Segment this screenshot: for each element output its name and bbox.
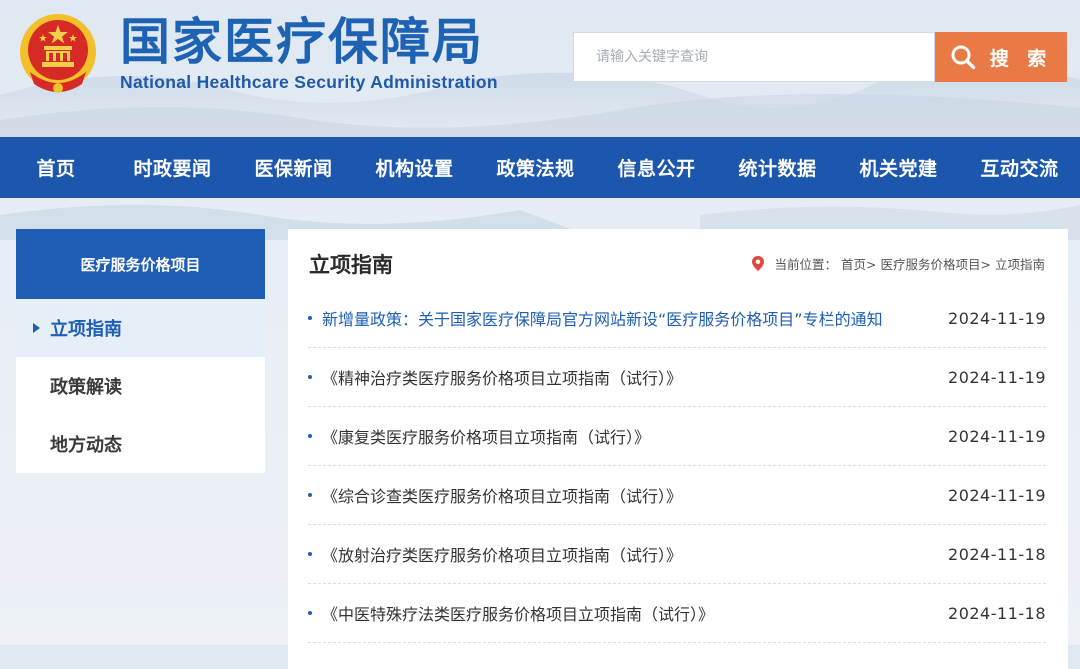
sidebar-heading: 医疗服务价格项目 <box>16 229 265 299</box>
bullet-icon <box>308 316 312 320</box>
national-emblem-logo[interactable] <box>16 12 100 98</box>
sidebar-item-label: 地方动态 <box>50 435 122 456</box>
nav-item-disclosure[interactable]: 信息公开 <box>596 137 717 198</box>
breadcrumb-prefix: 当前位置： <box>774 257 838 272</box>
sidebar-item-label: 政策解读 <box>50 377 122 398</box>
list-item[interactable]: 《康复类医疗服务价格项目立项指南（试行）》 2024-11-19 <box>308 407 1046 466</box>
article-title[interactable]: 《中医特殊疗法类医疗服务价格项目立项指南（试行）》 <box>322 601 948 625</box>
article-date: 2024-11-19 <box>948 485 1046 505</box>
sidebar-item-guide[interactable]: 立项指南 <box>16 299 265 357</box>
main-content: 立项指南 当前位置： 首页> 医疗服务价格项目> 立项指南 新增量政策：关于国家… <box>288 229 1068 669</box>
sidebar-item-label: 立项指南 <box>50 319 122 340</box>
search-button[interactable]: 搜 索 <box>935 32 1067 82</box>
breadcrumb: 当前位置： 首页> 医疗服务价格项目> 立项指南 <box>751 254 1045 273</box>
location-pin-icon <box>751 256 764 271</box>
nav-item-current-affairs[interactable]: 时政要闻 <box>112 137 233 198</box>
breadcrumb-section[interactable]: 医疗服务价格项目> <box>881 254 991 273</box>
breadcrumb-home[interactable]: 首页> <box>841 254 876 273</box>
nav-item-party[interactable]: 机关党建 <box>838 137 959 198</box>
sidebar-item-local-news[interactable]: 地方动态 <box>16 415 265 473</box>
article-title[interactable]: 《精神治疗类医疗服务价格项目立项指南（试行）》 <box>322 365 948 389</box>
site-title-cn[interactable]: 国家医疗保障局 <box>120 14 484 70</box>
page-title: 立项指南 <box>309 253 393 277</box>
site-header: 国家医疗保障局 National Healthcare Security Adm… <box>0 0 1080 137</box>
search-button-label: 搜 索 <box>989 47 1053 70</box>
article-title[interactable]: 《放射治疗类医疗服务价格项目立项指南（试行）》 <box>322 542 948 566</box>
site-title-en[interactable]: National Healthcare Security Administrat… <box>120 72 498 93</box>
article-list: 新增量政策：关于国家医疗保障局官方网站新设“医疗服务价格项目”专栏的通知 202… <box>308 289 1046 643</box>
breadcrumb-current: 立项指南 <box>994 257 1045 272</box>
bullet-icon <box>308 375 312 379</box>
bullet-icon <box>308 611 312 615</box>
list-item[interactable]: 《放射治疗类医疗服务价格项目立项指南（试行）》 2024-11-18 <box>308 525 1046 584</box>
bullet-icon <box>308 552 312 556</box>
list-item[interactable]: 新增量政策：关于国家医疗保障局官方网站新设“医疗服务价格项目”专栏的通知 202… <box>308 289 1046 348</box>
bullet-icon <box>308 434 312 438</box>
list-item[interactable]: 《中医特殊疗法类医疗服务价格项目立项指南（试行）》 2024-11-18 <box>308 584 1046 643</box>
search-icon <box>951 45 975 70</box>
nav-item-interaction[interactable]: 互动交流 <box>959 137 1080 198</box>
main-nav: 首页 时政要闻 医保新闻 机构设置 政策法规 信息公开 统计数据 机关党建 互动… <box>0 137 1080 198</box>
search-input[interactable] <box>573 32 935 82</box>
article-date: 2024-11-18 <box>948 544 1046 564</box>
nav-item-home[interactable]: 首页 <box>0 137 112 198</box>
bullet-icon <box>308 493 312 497</box>
sidebar: 医疗服务价格项目 立项指南 政策解读 地方动态 <box>16 229 265 473</box>
list-item[interactable]: 《精神治疗类医疗服务价格项目立项指南（试行）》 2024-11-19 <box>308 348 1046 407</box>
article-date: 2024-11-19 <box>948 367 1046 387</box>
list-item[interactable]: 《综合诊查类医疗服务价格项目立项指南（试行）》 2024-11-19 <box>308 466 1046 525</box>
article-title[interactable]: 《综合诊查类医疗服务价格项目立项指南（试行）》 <box>322 483 948 507</box>
article-date: 2024-11-19 <box>948 426 1046 446</box>
sidebar-item-interpretation[interactable]: 政策解读 <box>16 357 265 415</box>
nav-item-statistics[interactable]: 统计数据 <box>717 137 838 198</box>
nav-item-organization[interactable]: 机构设置 <box>354 137 475 198</box>
nav-item-news[interactable]: 医保新闻 <box>233 137 354 198</box>
article-title[interactable]: 新增量政策：关于国家医疗保障局官方网站新设“医疗服务价格项目”专栏的通知 <box>322 306 948 330</box>
article-title[interactable]: 《康复类医疗服务价格项目立项指南（试行）》 <box>322 424 948 448</box>
article-date: 2024-11-18 <box>948 603 1046 623</box>
nav-item-policies[interactable]: 政策法规 <box>475 137 596 198</box>
article-date: 2024-11-19 <box>948 308 1046 328</box>
caret-right-icon <box>33 323 40 333</box>
